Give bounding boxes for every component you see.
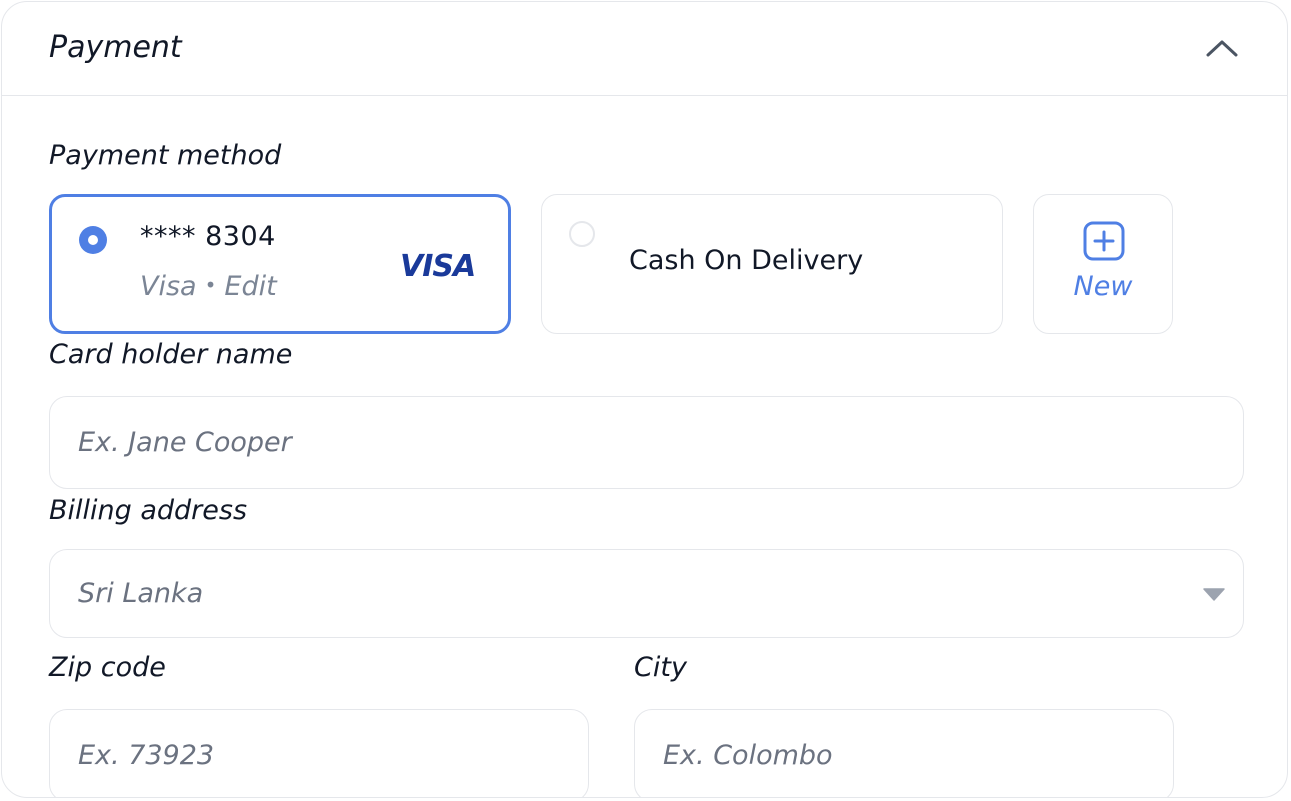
zip-code-label: Zip code	[49, 652, 166, 683]
visa-logo: VISA	[400, 249, 476, 284]
zip-code-field	[49, 709, 589, 797]
edit-card-link[interactable]: Edit	[224, 271, 276, 302]
card-subtitle: Visa • Edit	[140, 271, 277, 302]
chevron-up-icon	[1206, 40, 1238, 57]
panel-title: Payment	[49, 30, 182, 65]
city-input[interactable]	[635, 710, 1173, 797]
new-label: New	[1073, 271, 1133, 302]
new-payment-method-button[interactable]: New	[1033, 194, 1173, 334]
payment-header[interactable]: Payment	[2, 2, 1287, 96]
cod-label: Cash On Delivery	[629, 245, 864, 276]
payment-panel: Payment Payment method **** 8304 Visa • Ed…	[1, 1, 1288, 798]
billing-address-select[interactable]: Sri Lanka	[49, 549, 1244, 638]
zip-code-input[interactable]	[50, 710, 588, 797]
radio-selected[interactable]	[79, 226, 107, 254]
payment-method-label: Payment method	[49, 140, 282, 171]
payment-option-cash-on-delivery[interactable]: Cash On Delivery	[541, 194, 1003, 334]
billing-address-value: Sri Lanka	[78, 578, 204, 609]
card-holder-input[interactable]	[50, 397, 1243, 488]
card-holder-label: Card holder name	[49, 339, 293, 370]
caret-down-icon	[1203, 588, 1225, 601]
city-field	[634, 709, 1174, 797]
collapse-button[interactable]	[1200, 28, 1244, 68]
separator-dot: •	[204, 273, 217, 297]
city-label: City	[634, 652, 687, 683]
plus-square-icon	[1083, 221, 1125, 261]
card-holder-field	[49, 396, 1244, 489]
card-number: **** 8304	[140, 221, 276, 252]
billing-address-label: Billing address	[49, 495, 248, 526]
payment-option-visa-card[interactable]: **** 8304 Visa • Edit VISA	[49, 194, 511, 334]
radio-unselected[interactable]	[569, 221, 595, 247]
card-brand: Visa	[140, 271, 197, 302]
